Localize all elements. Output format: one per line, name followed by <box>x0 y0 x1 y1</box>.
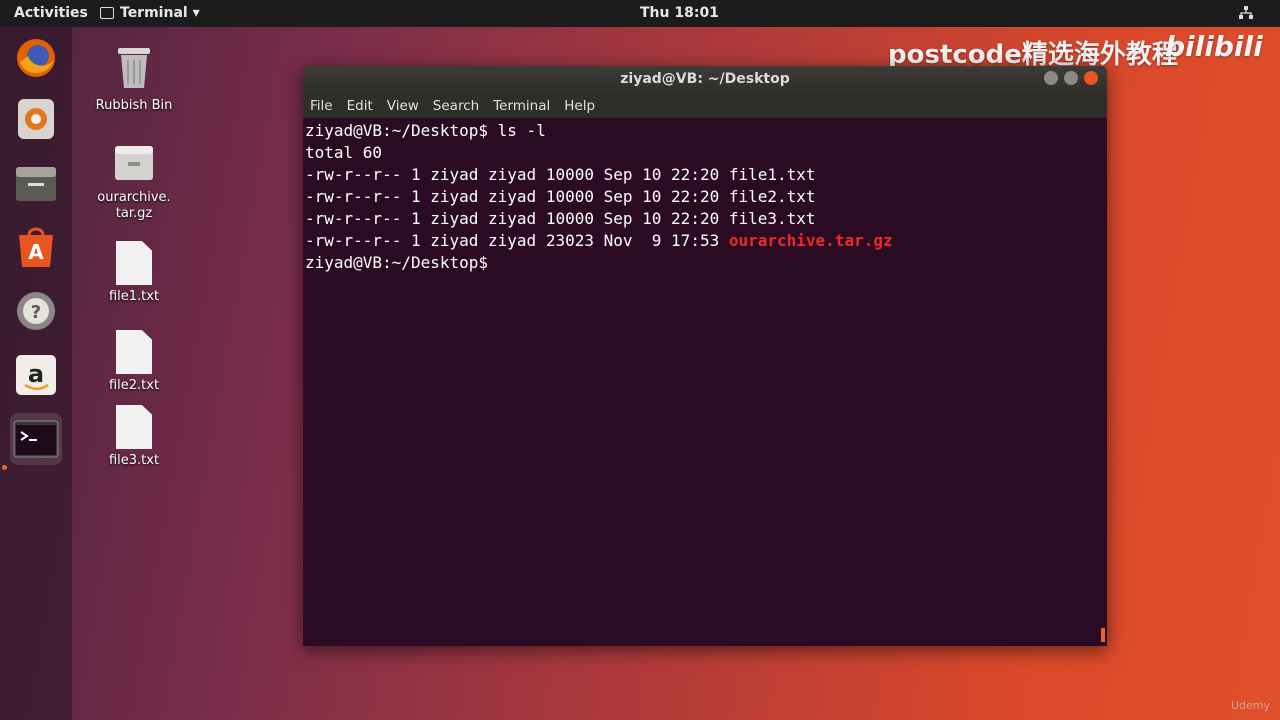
desktop-icon-label: Rubbish Bin <box>95 98 173 113</box>
software-center-icon: A <box>19 227 53 267</box>
dock-terminal[interactable] <box>10 413 62 465</box>
dock-firefox[interactable] <box>10 32 62 84</box>
desktop-icon-label: file2.txt <box>108 378 160 393</box>
minimize-button[interactable] <box>1044 71 1058 85</box>
menu-terminal[interactable]: Terminal <box>493 98 550 114</box>
activities-button[interactable]: Activities <box>14 5 88 21</box>
svg-text:?: ? <box>31 302 41 323</box>
terminal-icon <box>13 420 59 458</box>
dock-software[interactable]: A <box>10 221 62 273</box>
terminal-line: -rw-r--r-- 1 ziyad ziyad 10000 Sep 10 22… <box>305 187 816 206</box>
files-icon <box>16 167 56 201</box>
text-file-icon <box>116 330 152 374</box>
dock-rhythmbox[interactable] <box>10 93 62 145</box>
close-button[interactable] <box>1084 71 1098 85</box>
text-file-icon <box>116 241 152 285</box>
udemy-watermark: Udemy <box>1230 699 1270 712</box>
desktop-icon-file2[interactable]: file2.txt <box>79 330 189 394</box>
maximize-button[interactable] <box>1064 71 1078 85</box>
trash-icon <box>118 48 150 88</box>
bilibili-logo: bilibili <box>1165 30 1263 63</box>
network-icon[interactable] <box>1238 5 1254 21</box>
app-menu[interactable]: Terminal ▾ <box>100 5 200 21</box>
desktop-icon-label: file1.txt <box>108 289 160 304</box>
window-menubar: File Edit View Search Terminal Help <box>303 94 1107 118</box>
terminal-icon <box>100 7 114 19</box>
scrollbar[interactable] <box>1101 628 1105 642</box>
top-bar: Activities Terminal ▾ Thu 18:01 <box>0 0 1280 27</box>
dock-help[interactable]: ? <box>10 285 62 337</box>
terminal-line-prefix: -rw-r--r-- 1 ziyad ziyad 23023 Nov 9 17:… <box>305 231 729 250</box>
terminal-line: -rw-r--r-- 1 ziyad ziyad 10000 Sep 10 22… <box>305 209 816 228</box>
terminal-output[interactable]: ziyad@VB:~/Desktop$ ls -l total 60 -rw-r--… <box>305 118 1107 646</box>
amazon-icon: a <box>16 355 56 395</box>
help-icon: ? <box>17 292 55 330</box>
window-titlebar[interactable]: ziyad@VB: ~/Desktop <box>303 66 1107 94</box>
text-file-icon <box>116 405 152 449</box>
clock[interactable]: Thu 18:01 <box>640 5 719 21</box>
dock-files[interactable] <box>10 157 62 209</box>
terminal-prompt: ziyad@VB:~/Desktop$ <box>305 253 498 272</box>
desktop-icon-file1[interactable]: file1.txt <box>79 241 189 305</box>
desktop-icon-file3[interactable]: file3.txt <box>79 405 189 469</box>
menu-help[interactable]: Help <box>564 98 595 114</box>
desktop-icon-label: ourarchive. tar.gz <box>97 190 171 221</box>
terminal-line: -rw-r--r-- 1 ziyad ziyad 10000 Sep 10 22… <box>305 165 816 184</box>
running-indicator <box>2 465 7 470</box>
dock: A ? a <box>0 27 72 720</box>
terminal-window: ziyad@VB: ~/Desktop File Edit View Searc… <box>303 66 1107 646</box>
terminal-line: total 60 <box>305 143 383 162</box>
terminal-line: ziyad@VB:~/Desktop$ ls -l <box>305 121 546 140</box>
terminal-line: -rw-r--r-- 1 ziyad ziyad 23023 Nov 9 17:… <box>305 230 1107 252</box>
menu-view[interactable]: View <box>387 98 419 114</box>
rhythmbox-icon <box>18 99 54 139</box>
svg-text:A: A <box>28 240 44 264</box>
archive-filename: ourarchive.tar.gz <box>728 231 893 250</box>
window-title: ziyad@VB: ~/Desktop <box>620 71 790 87</box>
desktop-icon-label: file3.txt <box>108 453 160 468</box>
app-menu-label: Terminal ▾ <box>120 5 200 21</box>
firefox-icon <box>17 39 55 77</box>
desktop-icon-rubbish-bin[interactable]: Rubbish Bin <box>79 44 189 114</box>
dock-amazon[interactable]: a <box>10 349 62 401</box>
archive-icon <box>115 146 153 180</box>
menu-file[interactable]: File <box>310 98 333 114</box>
menu-edit[interactable]: Edit <box>347 98 373 114</box>
svg-text:a: a <box>28 360 44 388</box>
menu-search[interactable]: Search <box>433 98 479 114</box>
desktop-icon-archive[interactable]: ourarchive. tar.gz <box>79 142 189 222</box>
